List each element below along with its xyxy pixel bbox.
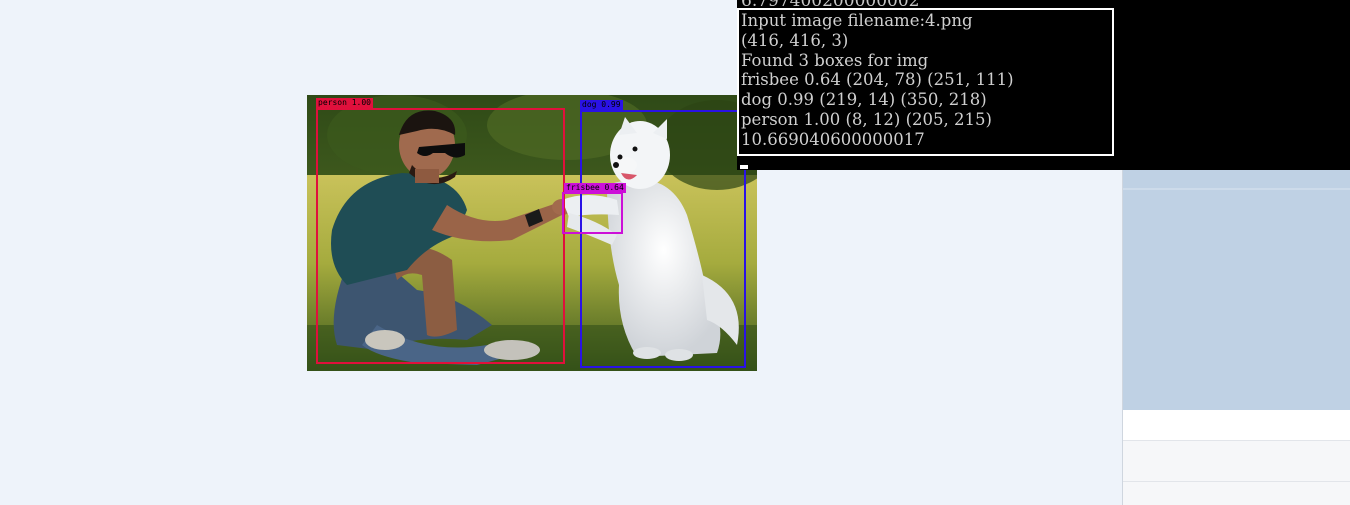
dog-detection-label: dog 0.99 xyxy=(580,100,623,110)
console-line: frisbee 0.64 (204, 78) (251, 111) xyxy=(741,70,1014,90)
console-line: dog 0.99 (219, 14) (350, 218) xyxy=(741,90,987,110)
side-panel-row-divider xyxy=(1123,481,1350,482)
screen: person 1.00 dog 0.99 frisbee 0.64 6.7974… xyxy=(0,0,1350,505)
side-panel-lower-area xyxy=(1123,441,1350,505)
side-panel-divider xyxy=(1123,188,1350,190)
console-line: 10.669040600000017 xyxy=(741,129,925,149)
console-line: person 1.00 (8, 12) (205, 215) xyxy=(741,109,992,129)
console-window: 6.797400200000002 Input image filename:4… xyxy=(737,0,1350,170)
person-detection-box xyxy=(316,108,565,364)
side-panel-highlight xyxy=(1123,170,1350,410)
frisbee-detection-box xyxy=(562,192,623,234)
console-line: Found 3 boxes for img xyxy=(741,50,929,70)
console-output-selection[interactable]: Input image filename:4.png (416, 416, 3)… xyxy=(737,8,1114,156)
console-line: Input image filename:4.png xyxy=(741,11,973,30)
console-line: (416, 416, 3) xyxy=(741,30,849,50)
person-detection-label: person 1.00 xyxy=(316,98,373,108)
dog-detection-box xyxy=(580,110,746,368)
detection-result-image: person 1.00 dog 0.99 frisbee 0.64 xyxy=(307,95,757,371)
console-cursor xyxy=(740,165,748,169)
frisbee-detection-label: frisbee 0.64 xyxy=(564,183,626,193)
